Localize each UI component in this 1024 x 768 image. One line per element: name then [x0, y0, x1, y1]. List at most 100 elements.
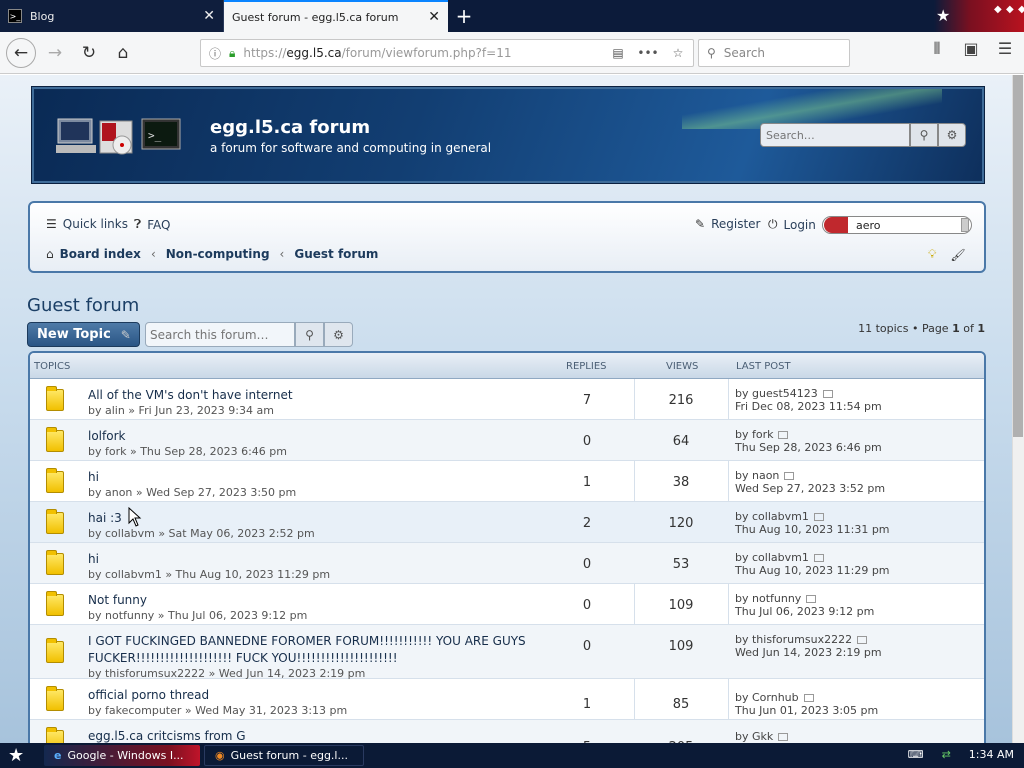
last-post-author[interactable]: by naon [735, 469, 779, 482]
breadcrumb-separator: ‹ [279, 247, 285, 261]
quick-links-menu[interactable]: ☰ Quick links [46, 217, 128, 231]
forward-button[interactable]: → [40, 38, 70, 68]
topic-list-header: TOPICS REPLIES VIEWS LAST POST [30, 353, 984, 379]
goto-post-icon[interactable] [778, 733, 789, 741]
table-row[interactable]: All of the VM's don't have internet by a… [30, 379, 984, 420]
minimize-button[interactable]: ◆ [994, 4, 1002, 15]
last-post-author[interactable]: by notfunny [735, 592, 801, 605]
topic-title[interactable]: hi [88, 470, 99, 484]
url-bar[interactable]: ⓘ 🔒︎ https://egg.l5.ca/forum/viewforum.p… [200, 39, 694, 67]
forum-title[interactable]: Guest forum [27, 295, 139, 316]
goto-post-icon[interactable] [803, 694, 814, 702]
scrollbar-thumb[interactable] [1013, 75, 1023, 437]
last-post-author[interactable]: by guest54123 [735, 387, 818, 400]
last-post-date: Thu Jul 06, 2023 9:12 pm [735, 605, 875, 618]
tab-blog[interactable]: >_ Blog ✕ [0, 0, 224, 32]
last-post-author[interactable]: by Gkk [735, 730, 773, 743]
topic-title-continued[interactable]: FUCKER!!!!!!!!!!!!!!!!!!!! FUCK YOU!!!!!… [88, 651, 398, 665]
reader-view-icon[interactable]: ▤ [603, 46, 633, 60]
network-icon[interactable]: ⇄ [942, 748, 951, 761]
maximize-button[interactable]: ◆ [1006, 4, 1014, 15]
table-row[interactable]: lolfork by fork » Thu Sep 28, 2023 6:46 … [30, 420, 984, 461]
lightbulb-icon[interactable]: 💡︎ [928, 247, 936, 262]
bookmark-star-icon[interactable]: ☆ [663, 46, 693, 60]
goto-post-icon[interactable] [822, 390, 833, 398]
table-row[interactable]: hai :3 by collabvm » Sat May 06, 2023 2:… [30, 502, 984, 543]
folder-icon [46, 509, 64, 534]
table-row[interactable]: Not funny by notfunny » Thu Jul 06, 2023… [30, 584, 984, 625]
last-post-author[interactable]: by collabvm1 [735, 510, 809, 523]
reload-button[interactable]: ↻ [74, 38, 104, 68]
gear-icon[interactable]: ⚙ [938, 123, 966, 147]
topic-title[interactable]: Not funny [88, 593, 147, 607]
lock-icon[interactable]: 🔒︎ [229, 46, 235, 61]
forum-search-input[interactable] [145, 322, 295, 347]
new-topic-button[interactable]: New Topic ✎ [27, 322, 140, 347]
taskbar-item-label: Google - Windows I... [67, 749, 184, 762]
search-icon[interactable]: ⚲ [295, 322, 324, 347]
last-post-author[interactable]: by fork [735, 428, 773, 441]
goto-post-icon[interactable] [806, 595, 817, 603]
menu-icon[interactable]: ☰ [994, 39, 1016, 59]
breadcrumb-guest-forum[interactable]: Guest forum [294, 247, 378, 261]
goto-post-icon[interactable] [778, 431, 789, 439]
tab-guest-forum[interactable]: Guest forum - egg.l5.ca forum ✕ [224, 0, 448, 32]
clock[interactable]: 1:34 AM [969, 748, 1014, 761]
topic-title[interactable]: lolfork [88, 429, 125, 443]
info-icon[interactable]: ⓘ [209, 45, 221, 62]
page-actions-icon[interactable]: ••• [633, 46, 663, 60]
taskbar-item-guest-forum[interactable]: ◉ Guest forum - egg.l... [204, 745, 364, 766]
table-row[interactable]: hi by anon » Wed Sep 27, 2023 3:50 pm 1 … [30, 461, 984, 502]
folder-icon [46, 468, 64, 493]
breadcrumb: ⌂ Board index ‹ Non-computing ‹ Guest fo… [46, 247, 378, 261]
last-post-author[interactable]: by collabvm1 [735, 551, 809, 564]
table-row[interactable]: official porno thread by fakecomputer » … [30, 679, 984, 720]
search-icon[interactable]: ⚲ [910, 123, 938, 147]
topic-title[interactable]: official porno thread [88, 688, 209, 702]
folder-icon [46, 638, 64, 663]
library-icon[interactable]: ⫴ [926, 39, 948, 59]
style-selector[interactable]: aero [822, 216, 972, 234]
brush-icon[interactable]: 🖌︎ [950, 248, 965, 262]
breadcrumb-non-computing[interactable]: Non-computing [166, 247, 270, 261]
topic-title[interactable]: hai :3 [88, 511, 122, 525]
topic-meta: by collabvm » Sat May 06, 2023 2:52 pm [88, 527, 315, 540]
browser-search-input[interactable]: ⚲ Search [698, 39, 850, 67]
breadcrumb-board-index[interactable]: Board index [60, 247, 141, 261]
mouse-cursor-icon [128, 507, 142, 527]
topic-title[interactable]: egg.l5.ca critcisms from G [88, 729, 246, 743]
table-row[interactable]: egg.l5.ca critcisms from G 5 205 by Gkk [30, 720, 984, 743]
topic-title[interactable]: hi [88, 552, 99, 566]
back-button[interactable]: ← [6, 37, 36, 68]
faq-link[interactable]: ❓︎ FAQ [134, 217, 170, 232]
login-link[interactable]: ⏻ Login [768, 217, 816, 232]
header-search-input[interactable] [760, 123, 910, 147]
topic-title[interactable]: I GOT FUCKINGED BANNEDNE FOROMER FORUM!!… [88, 634, 526, 648]
taskbar-item-google[interactable]: e Google - Windows I... [44, 745, 200, 766]
site-title[interactable]: egg.l5.ca forum [210, 117, 370, 138]
goto-post-icon[interactable] [813, 513, 824, 521]
topic-meta: by notfunny » Thu Jul 06, 2023 9:12 pm [88, 609, 308, 622]
start-star-icon[interactable]: ★ [8, 745, 24, 766]
close-tab-icon[interactable]: ✕ [203, 9, 215, 23]
home-button[interactable]: ⌂ [108, 38, 138, 68]
last-post-author[interactable]: by thisforumsux2222 [735, 633, 852, 646]
topic-list: TOPICS REPLIES VIEWS LAST POST All of th… [28, 351, 986, 743]
table-row[interactable]: hi by collabvm1 » Thu Aug 10, 2023 11:29… [30, 543, 984, 584]
keyboard-icon[interactable]: ⌨ [908, 748, 924, 761]
register-link[interactable]: ✎ Register [695, 217, 760, 231]
close-window-button[interactable]: ◆ [1018, 4, 1024, 15]
gear-icon[interactable]: ⚙ [324, 322, 353, 347]
close-tab-icon[interactable]: ✕ [428, 10, 440, 24]
topic-title[interactable]: All of the VM's don't have internet [88, 388, 293, 402]
goto-post-icon[interactable] [813, 554, 824, 562]
goto-post-icon[interactable] [857, 636, 868, 644]
ie-icon: e [54, 749, 62, 762]
table-row[interactable]: I GOT FUCKINGED BANNEDNE FOROMER FORUM!!… [30, 625, 984, 680]
pencil-icon: ✎ [120, 327, 131, 342]
last-post-author[interactable]: by Cornhub [735, 691, 799, 704]
sidebar-icon[interactable]: ▣ [960, 39, 982, 59]
new-tab-button[interactable]: + [448, 0, 480, 32]
goto-post-icon[interactable] [784, 472, 795, 480]
select-caret-icon[interactable] [961, 218, 969, 232]
